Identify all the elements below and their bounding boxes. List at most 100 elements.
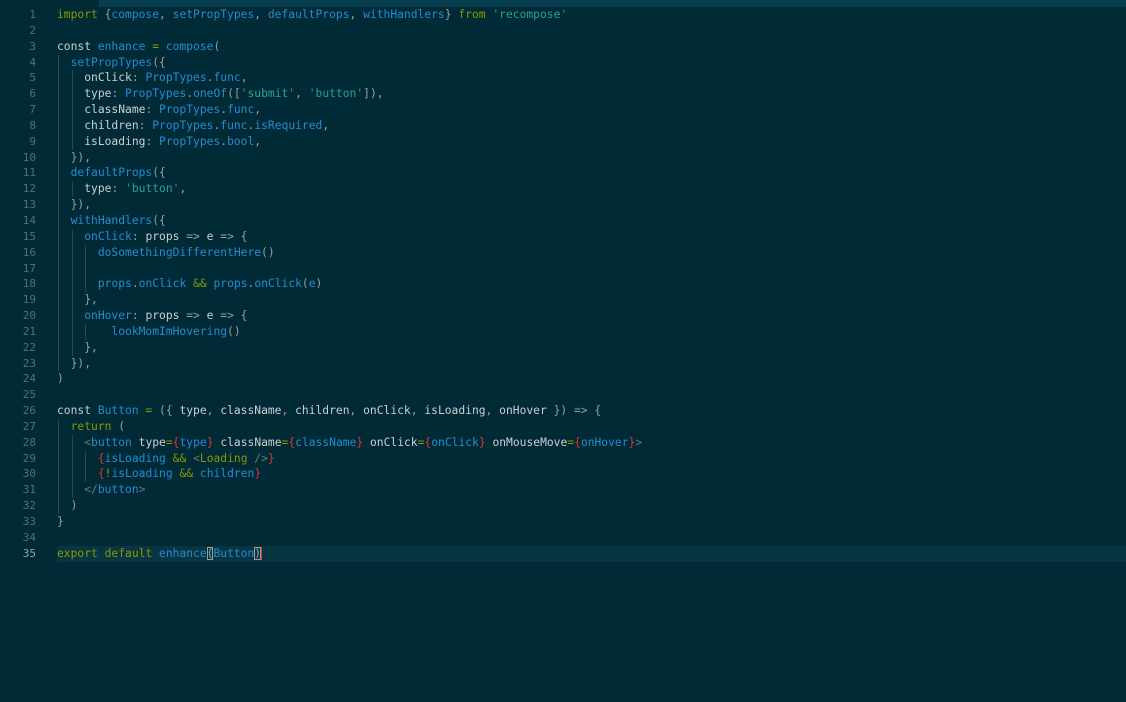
code-token: ) bbox=[315, 277, 323, 291]
code-token: }) => { bbox=[546, 404, 602, 418]
indent-guide bbox=[58, 165, 59, 182]
code-token: isLoading bbox=[111, 467, 173, 481]
line-number: 7 bbox=[29, 103, 36, 117]
line-number: 29 bbox=[22, 451, 36, 465]
indent-guide bbox=[71, 244, 73, 261]
code-line[interactable]: 2 bbox=[0, 23, 1126, 39]
code-token: bool bbox=[227, 134, 255, 148]
code-line[interactable]: 16 doSomethingDifferentHere() bbox=[0, 244, 1126, 261]
indent-guide bbox=[58, 149, 59, 166]
code-token: => bbox=[186, 309, 207, 323]
code-line[interactable]: 11 defaultProps({ bbox=[0, 165, 1126, 182]
code-token: onHover bbox=[84, 309, 132, 323]
code-line[interactable]: 1 import {compose, setPropTypes, defaultP… bbox=[0, 7, 1126, 23]
code-line[interactable]: 25 bbox=[0, 387, 1126, 403]
code-editor[interactable]: 1 import {compose, setPropTypes, defaultP… bbox=[0, 7, 1126, 702]
code-line[interactable]: 29 {isLoading && <Loading />} bbox=[0, 450, 1126, 467]
code-token: ({ bbox=[152, 166, 166, 180]
line-number: 24 bbox=[22, 372, 36, 386]
line-number: 15 bbox=[22, 229, 36, 243]
code-line[interactable]: 9 isLoading: PropTypes.bool, bbox=[0, 133, 1126, 150]
indent-guide bbox=[71, 276, 73, 293]
code-line[interactable]: 4 setPropTypes({ bbox=[0, 54, 1126, 71]
code-line[interactable]: 27 return ( bbox=[0, 418, 1126, 435]
code-token: compose bbox=[165, 39, 214, 53]
indent-guide bbox=[58, 102, 59, 118]
code-text: type: PropTypes.oneOf(['submit', 'button… bbox=[57, 86, 1126, 103]
code-line[interactable]: 6 type: PropTypes.oneOf(['submit', 'butt… bbox=[0, 86, 1126, 103]
code-line[interactable]: 21 lookMomImHovering() bbox=[0, 323, 1126, 340]
code-line[interactable]: 35 export default enhance(Button) bbox=[0, 545, 1126, 562]
code-text: } bbox=[57, 514, 1126, 530]
code-line[interactable]: 19 }, bbox=[0, 292, 1126, 309]
code-line[interactable]: 14 withHandlers({ bbox=[0, 212, 1126, 229]
code-line[interactable]: 10 }), bbox=[0, 149, 1126, 166]
code-token: type bbox=[179, 404, 207, 418]
code-token: oneOf bbox=[193, 87, 228, 101]
code-line[interactable]: 15 onClick: props => e => { bbox=[0, 228, 1126, 245]
indent-guide bbox=[71, 86, 73, 103]
code-line[interactable]: 31 </button> bbox=[0, 482, 1126, 499]
code-line[interactable]: 13 }), bbox=[0, 197, 1126, 213]
indent-guide bbox=[58, 181, 59, 198]
code-text: props.onClick && props.onClick(e) bbox=[57, 276, 1126, 293]
code-token: onMouseMove bbox=[485, 435, 568, 449]
code-token: isLoading bbox=[84, 134, 146, 148]
code-line[interactable]: 7 className: PropTypes.func, bbox=[0, 102, 1126, 118]
code-token: children bbox=[84, 118, 139, 132]
code-line[interactable]: 30 {!isLoading && children} bbox=[0, 466, 1126, 483]
code-text: className: PropTypes.func, bbox=[57, 102, 1126, 118]
code-line[interactable]: 3 const enhance = compose( bbox=[0, 39, 1126, 55]
code-token: , bbox=[179, 182, 187, 196]
code-token: doSomethingDifferentHere bbox=[97, 245, 262, 259]
code-line[interactable]: 22 }, bbox=[0, 339, 1126, 356]
indent-guide bbox=[71, 228, 73, 245]
code-line[interactable]: 26 const Button = ({ type, className, chi… bbox=[0, 403, 1126, 419]
indent-guide bbox=[71, 181, 73, 198]
indent-guide bbox=[71, 482, 73, 499]
code-token: && bbox=[179, 467, 194, 481]
code-token: = bbox=[145, 39, 166, 53]
code-token: : bbox=[131, 71, 146, 85]
code-line[interactable]: 18 props.onClick && props.onClick(e) bbox=[0, 276, 1126, 293]
code-line[interactable]: 28 <button type={type} className={classN… bbox=[0, 434, 1126, 451]
code-token: func bbox=[220, 118, 248, 132]
code-line[interactable]: 24) bbox=[0, 371, 1126, 387]
code-text: return ( bbox=[57, 418, 1126, 435]
code-token: ( bbox=[301, 277, 309, 291]
code-token: onHover bbox=[580, 435, 629, 449]
code-line[interactable]: 23 }), bbox=[0, 355, 1126, 372]
code-token: , bbox=[349, 404, 364, 418]
code-line[interactable]: 12 type: 'button', bbox=[0, 181, 1126, 198]
indent-guide bbox=[85, 323, 87, 340]
code-text: onClick: PropTypes.func, bbox=[57, 70, 1126, 87]
code-line[interactable]: 33} bbox=[0, 514, 1126, 530]
code-line[interactable]: 20 onHover: props => e => { bbox=[0, 308, 1126, 324]
code-token: PropTypes bbox=[159, 134, 221, 148]
code-token: children bbox=[295, 404, 350, 418]
code-token: defaultProps bbox=[267, 8, 350, 21]
code-line[interactable]: 32 ) bbox=[0, 498, 1126, 514]
code-token: props bbox=[97, 277, 132, 291]
code-line[interactable]: 8 children: PropTypes.func.isRequired, bbox=[0, 117, 1126, 134]
indent-guide bbox=[71, 466, 73, 483]
code-text: type: 'button', bbox=[57, 181, 1126, 198]
code-token: onClick bbox=[84, 229, 132, 243]
code-line[interactable]: 17 bbox=[0, 260, 1126, 277]
code-token: ) bbox=[57, 372, 64, 386]
indent-guide bbox=[71, 102, 73, 118]
line-number: 12 bbox=[22, 182, 36, 196]
code-line[interactable]: 34 bbox=[0, 530, 1126, 546]
code-token: withHandlers bbox=[363, 8, 445, 21]
indent-guide bbox=[58, 276, 59, 293]
line-number: 14 bbox=[22, 213, 36, 227]
indent-guide bbox=[58, 308, 59, 324]
code-line[interactable]: 5 onClick: PropTypes.func, bbox=[0, 70, 1126, 87]
code-token: , bbox=[281, 404, 296, 418]
code-token: 'recompose' bbox=[492, 8, 568, 21]
